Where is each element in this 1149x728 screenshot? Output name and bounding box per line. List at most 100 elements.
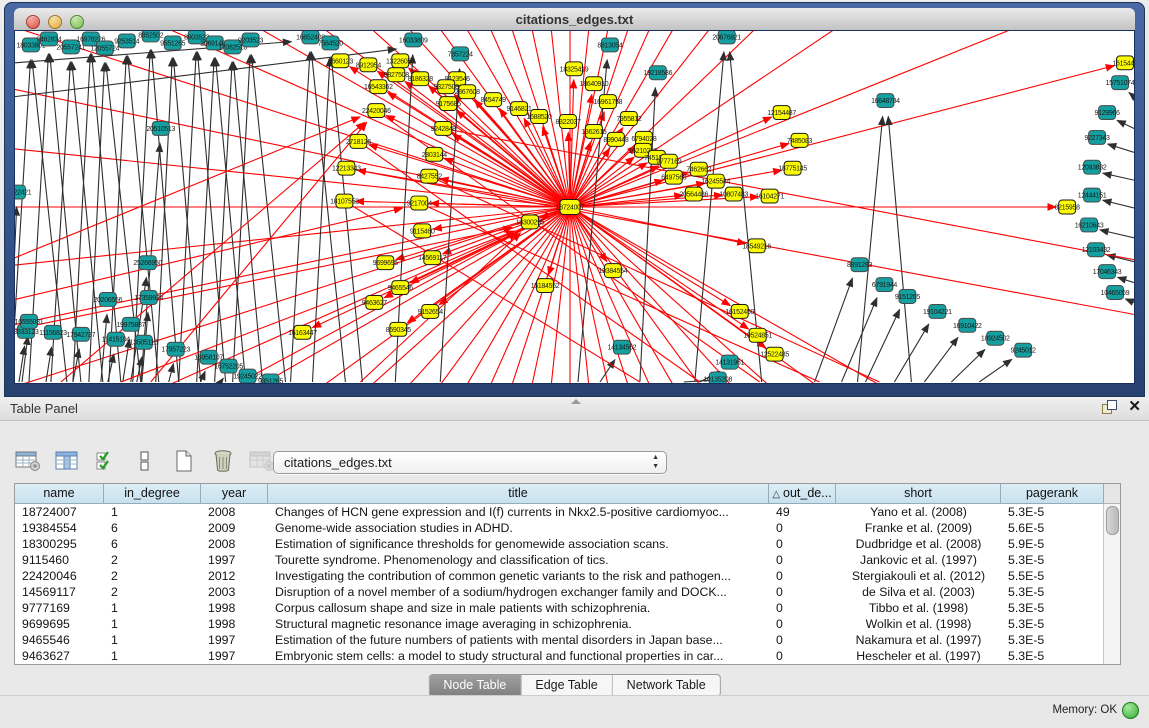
node-label: 7955812 xyxy=(616,116,642,123)
table-row[interactable]: 969969511998Structural magnetic resonanc… xyxy=(15,616,1120,632)
table-row[interactable]: 1872400712008Changes of HCN gene express… xyxy=(15,504,1120,520)
node-label: 8891283 xyxy=(847,262,873,269)
node-table: namein_degreeyeartitle△out_de...shortpag… xyxy=(14,483,1121,665)
column-header-title[interactable]: title xyxy=(268,484,769,504)
node-label: 9827508 xyxy=(384,72,410,79)
network-view-window: citations_edges.txt 18724007866012389129… xyxy=(4,2,1145,397)
table-row[interactable]: 946362711997Embryonic stem cells: a mode… xyxy=(15,648,1120,664)
graph-edge xyxy=(179,52,196,382)
node-label: 6794028 xyxy=(631,136,657,143)
table-cell: 1997 xyxy=(201,648,268,664)
node-label: 9217004 xyxy=(407,201,433,208)
table-cell: 1997 xyxy=(201,552,268,568)
citation-network-graph[interactable]: 1872400786601238912954132260589827508818… xyxy=(15,31,1134,383)
column-visibility-icon[interactable] xyxy=(53,448,81,474)
node-label: 12522421 xyxy=(15,190,32,197)
table-cell: 1 xyxy=(104,648,201,664)
table-cell: 5.3E-5 xyxy=(1001,648,1104,664)
node-label: 18107552 xyxy=(330,199,359,206)
vertical-scrollbar[interactable] xyxy=(1103,504,1120,664)
node-label: 18775145 xyxy=(778,166,807,173)
table-cell: 5.5E-5 xyxy=(1001,568,1104,584)
table-row[interactable]: 911546021997Tourette syndrome. Phenomeno… xyxy=(15,552,1120,568)
node-label: 8813054 xyxy=(597,42,623,49)
node-label: 16104271 xyxy=(755,194,784,201)
node-label: 9253514 xyxy=(114,38,140,45)
node-label: 12055724 xyxy=(90,45,119,52)
table-cell: 2008 xyxy=(201,504,268,520)
node-label: 6497568 xyxy=(661,175,687,182)
table-cell: 0 xyxy=(769,584,836,600)
select-all-columns-icon[interactable] xyxy=(92,448,120,474)
graph-edge xyxy=(151,50,178,382)
node-label: 20564486 xyxy=(679,192,708,199)
graph-edge xyxy=(570,31,1134,207)
node-label: 19524851 xyxy=(743,333,772,340)
memory-indicator-icon[interactable] xyxy=(1122,702,1139,719)
table-cell: Wolkin et al. (1998) xyxy=(836,616,1001,632)
graph-edge xyxy=(857,117,882,382)
table-row[interactable]: 1830029562008Estimation of significance … xyxy=(15,536,1120,552)
node-label: 18640910 xyxy=(580,81,609,88)
node-label: 8590345 xyxy=(386,327,412,334)
table-cell: 0 xyxy=(769,648,836,664)
table-cell: 18300295 xyxy=(15,536,104,552)
node-label: 20510513 xyxy=(146,126,175,133)
node-label: 19975887 xyxy=(116,322,145,329)
tab-node-table[interactable]: Node Table xyxy=(429,675,521,696)
window-titlebar[interactable]: citations_edges.txt xyxy=(14,8,1135,31)
column-header-name[interactable]: name xyxy=(15,484,104,504)
table-select-dropdown[interactable]: citations_edges.txt ▲▼ xyxy=(273,451,667,474)
table-cell: Estimation of significance thresholds fo… xyxy=(268,536,769,552)
table-row[interactable]: 1938455462009Genome-wide association stu… xyxy=(15,520,1120,536)
tab-network-table[interactable]: Network Table xyxy=(613,675,720,696)
graph-edge xyxy=(15,208,403,299)
table-cell: 0 xyxy=(769,616,836,632)
column-header-year[interactable]: year xyxy=(201,484,268,504)
table-cell: Estimation of the future numbers of pati… xyxy=(268,632,769,648)
table-row[interactable]: 2242004622012Investigating the contribut… xyxy=(15,568,1120,584)
table-cell: Investigating the contribution of common… xyxy=(268,568,769,584)
table-cell: 1 xyxy=(104,504,201,520)
tab-edge-table[interactable]: Edge Table xyxy=(521,675,612,696)
node-label: 17046343 xyxy=(1093,269,1122,276)
table-row[interactable]: 977716911998Corpus callosum shape and si… xyxy=(15,600,1120,616)
close-panel-icon[interactable]: ✕ xyxy=(1128,400,1141,414)
node-label: 14569117 xyxy=(418,255,447,262)
node-label: 20557241 xyxy=(57,44,86,51)
scrollbar-thumb[interactable] xyxy=(1106,506,1119,535)
table-cell: Franke et al. (2009) xyxy=(836,520,1001,536)
delete-column-icon[interactable] xyxy=(209,448,237,474)
column-header-pagerank[interactable]: pagerank xyxy=(1001,484,1104,504)
graph-edge xyxy=(924,337,958,382)
node-label: 12522485 xyxy=(760,352,789,359)
table-cell: 6 xyxy=(104,520,201,536)
split-divider-handle[interactable] xyxy=(571,399,581,404)
table-settings-icon[interactable] xyxy=(14,448,42,474)
node-label: 18549216 xyxy=(742,243,771,250)
table-row[interactable]: 1456911722003Disruption of a novel membe… xyxy=(15,584,1120,600)
node-label: 16135208 xyxy=(703,377,732,383)
new-column-icon[interactable] xyxy=(170,448,198,474)
node-label: 8454749 xyxy=(481,97,507,104)
graph-edge xyxy=(121,231,515,382)
node-label: 1362615 xyxy=(581,129,607,136)
graph-edge xyxy=(15,117,360,258)
sort-ascending-icon: △ xyxy=(772,489,780,500)
node-label: 9245012 xyxy=(1011,348,1037,355)
column-header-in_degree[interactable]: in_degree xyxy=(104,484,201,504)
node-label: 16910422 xyxy=(953,323,982,330)
row-height-icon[interactable] xyxy=(131,448,159,474)
table-cell: 9699695 xyxy=(15,616,104,632)
node-label: 16752205 xyxy=(214,364,243,371)
table-cell: 2 xyxy=(104,552,201,568)
column-header-out_de[interactable]: △out_de... xyxy=(769,484,836,504)
graph-edge xyxy=(1103,173,1134,180)
table-cell: 18724007 xyxy=(15,504,104,520)
table-row[interactable]: 946554611997Estimation of the future num… xyxy=(15,632,1120,648)
column-header-short[interactable]: short xyxy=(836,484,1001,504)
table-cell: 6 xyxy=(104,536,201,552)
float-panel-icon[interactable] xyxy=(1102,400,1116,414)
network-graph-canvas[interactable]: 1872400786601238912954132260589827508818… xyxy=(14,30,1135,384)
node-label: 9465546 xyxy=(388,285,414,292)
